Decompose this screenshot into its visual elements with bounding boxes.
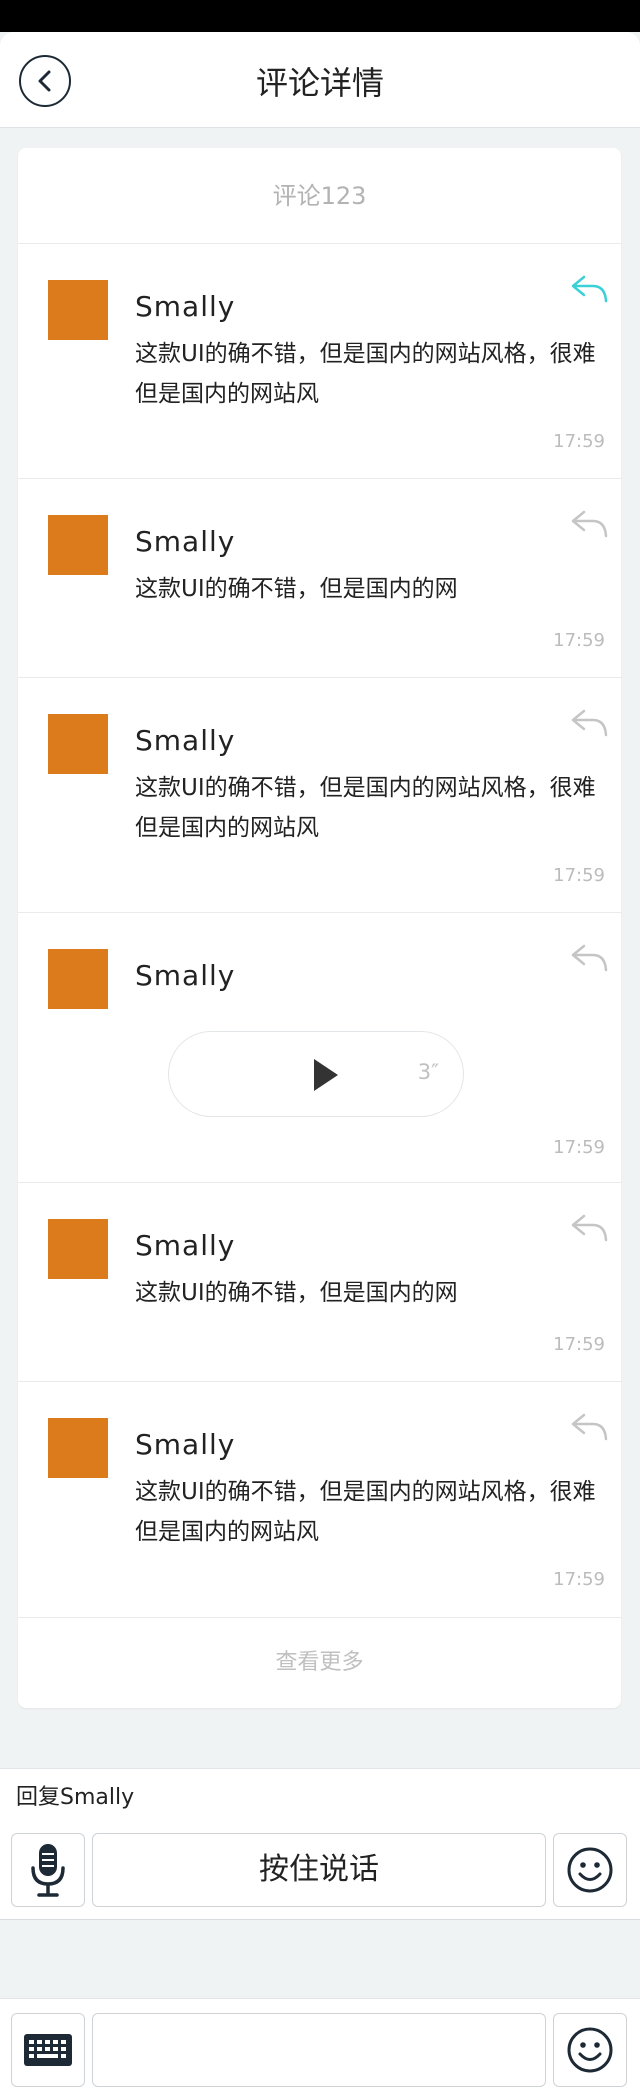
comment-time: 17:59 xyxy=(553,630,605,651)
header: 评论详情 xyxy=(0,32,640,128)
comment-item: Smally 这款UI的确不错，但是国内的网 17:59 xyxy=(18,479,621,678)
emoji-button[interactable] xyxy=(553,1833,627,1907)
avatar[interactable] xyxy=(48,714,108,774)
comment-time: 17:59 xyxy=(553,865,605,886)
reply-icon[interactable] xyxy=(569,1211,609,1243)
comment-text: 这款UI的确不错，但是国内的网站风格，很难但是国内的网站风 xyxy=(135,341,596,407)
avatar[interactable] xyxy=(48,1418,108,1478)
comment-time: 17:59 xyxy=(553,431,605,452)
comment-input[interactable] xyxy=(92,2013,546,2087)
emoji-icon xyxy=(567,2027,613,2073)
comment-item: Smally 3″ 17:59 xyxy=(18,913,621,1183)
voice-duration: 3″ xyxy=(417,1060,439,1084)
keyboard-icon xyxy=(24,2034,72,2066)
comment-time: 17:59 xyxy=(553,1334,605,1355)
reply-target-label: 回复Smally xyxy=(16,1785,135,1810)
comment-author: Smally xyxy=(135,959,236,992)
card-title: 评论123 xyxy=(18,148,621,244)
comment-time: 17:59 xyxy=(553,1137,605,1158)
comment-item: Smally 这款UI的确不错，但是国内的网 17:59 xyxy=(18,1183,621,1382)
reply-icon[interactable] xyxy=(569,507,609,539)
comment-card: 评论123 Smally 这款UI的确不错，但是国内的网站风格，很难但是国内的网… xyxy=(18,148,621,1708)
emoji-icon xyxy=(567,1847,613,1893)
comment-author: Smally xyxy=(135,290,236,323)
comment-author: Smally xyxy=(135,724,236,757)
avatar[interactable] xyxy=(48,1219,108,1279)
comment-item: Smally 这款UI的确不错，但是国内的网站风格，很难但是国内的网站风 17:… xyxy=(18,1382,621,1618)
hold-to-talk-button[interactable]: 按住说话 xyxy=(92,1833,546,1907)
comment-author: Smally xyxy=(135,1229,236,1262)
comment-time: 17:59 xyxy=(553,1569,605,1590)
comment-item: Smally 这款UI的确不错，但是国内的网站风格，很难但是国内的网站风 17:… xyxy=(18,244,621,479)
status-bar xyxy=(0,0,640,32)
reply-bar: 回复Smally 按住说话 xyxy=(0,1768,640,1920)
reply-icon[interactable] xyxy=(569,706,609,738)
microphone-icon xyxy=(31,1844,65,1897)
comment-text: 这款UI的确不错，但是国内的网 xyxy=(135,1280,458,1306)
reply-icon[interactable] xyxy=(569,1410,609,1442)
view-more-link[interactable]: 查看更多 xyxy=(18,1618,621,1708)
comment-author: Smally xyxy=(135,525,236,558)
avatar[interactable] xyxy=(48,515,108,575)
avatar[interactable] xyxy=(48,280,108,340)
voice-button[interactable] xyxy=(11,1833,85,1907)
page-title: 评论详情 xyxy=(255,64,384,102)
input-bar xyxy=(0,1998,640,2100)
comment-item: Smally 这款UI的确不错，但是国内的网站风格，很难但是国内的网站风 17:… xyxy=(18,678,621,913)
play-icon[interactable] xyxy=(314,1059,338,1091)
comment-text: 这款UI的确不错，但是国内的网 xyxy=(135,576,458,602)
reply-icon[interactable] xyxy=(569,941,609,973)
avatar[interactable] xyxy=(48,949,108,1009)
keyboard-button[interactable] xyxy=(11,2013,85,2087)
emoji-button[interactable] xyxy=(553,2013,627,2087)
comment-text: 这款UI的确不错，但是国内的网站风格，很难但是国内的网站风 xyxy=(135,775,596,841)
comment-text: 这款UI的确不错，但是国内的网站风格，很难但是国内的网站风 xyxy=(135,1479,596,1545)
voice-message[interactable]: 3″ xyxy=(168,1031,464,1117)
comment-author: Smally xyxy=(135,1428,236,1461)
reply-icon[interactable] xyxy=(569,272,609,304)
